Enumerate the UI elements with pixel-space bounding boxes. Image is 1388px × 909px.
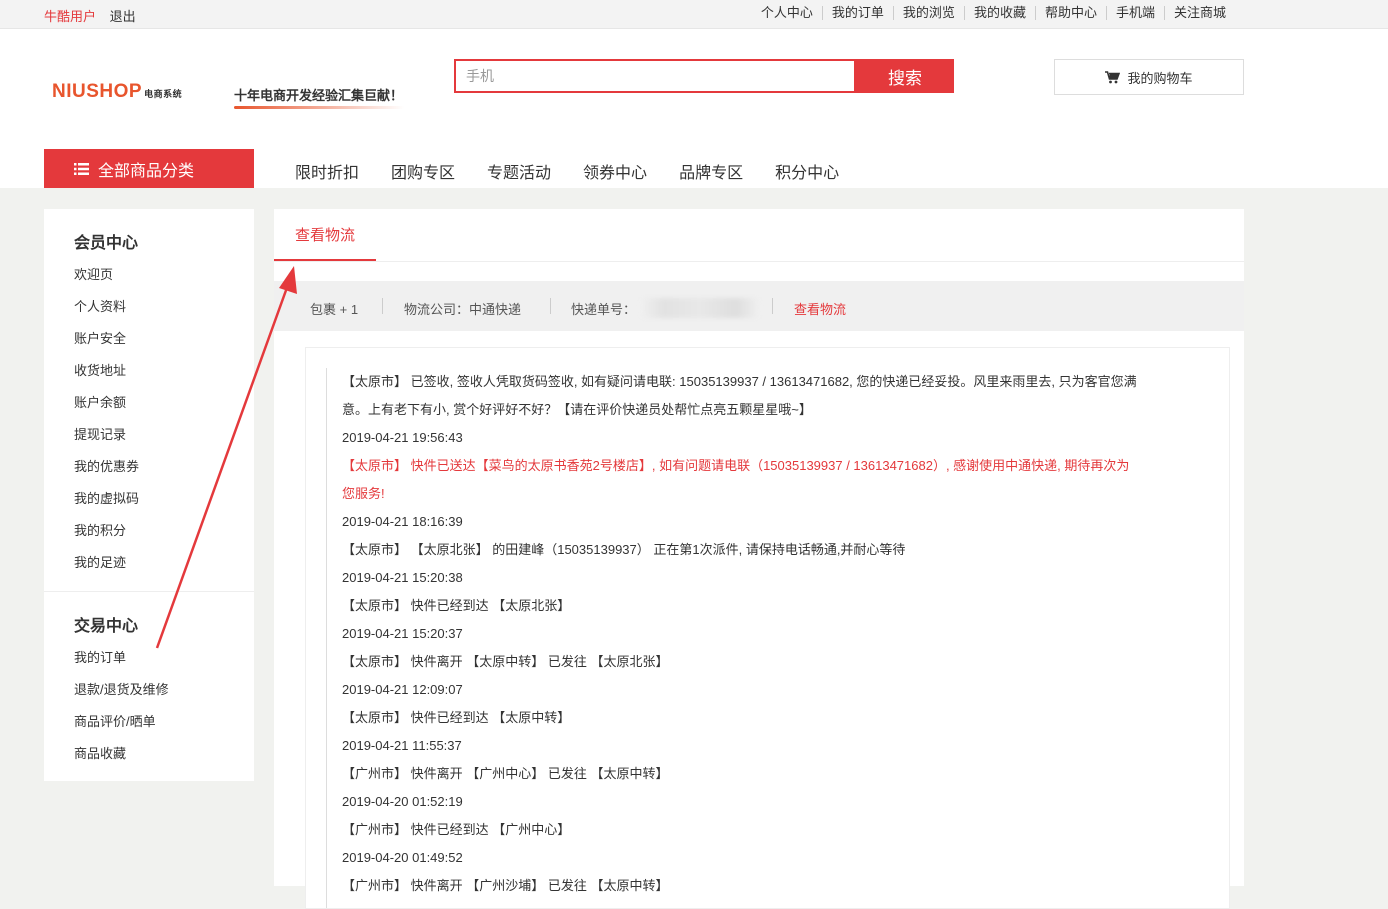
separator bbox=[382, 298, 383, 314]
member-sidebar: 会员中心 欢迎页 个人资料 账户安全 收货地址 账户余额 提现记录 我的优惠券 … bbox=[44, 209, 254, 781]
sidebar-item-account-security[interactable]: 账户安全 bbox=[74, 328, 126, 347]
top-bar: 牛酷用户 退出 个人中心 我的订单 我的浏览 我的收藏 帮助中心 手机端 关注商… bbox=[0, 0, 1388, 29]
logo-subtext: 电商系统 bbox=[144, 89, 183, 99]
view-logistics-link[interactable]: 查看物流 bbox=[794, 299, 846, 318]
tracking-line: 【广州市】 快件离开 【广州中心】 已发往 【太原中转】 bbox=[342, 766, 669, 781]
tracking-line: 【广州市】 快件离开 【广州沙埔】 已发往 【太原中转】 bbox=[342, 878, 669, 893]
all-categories-button[interactable]: 全部商品分类 bbox=[44, 149, 254, 188]
search-bar: 搜索 bbox=[454, 59, 954, 93]
tracking-line: 【太原市】 快件已经到达 【太原北张】 bbox=[342, 598, 571, 613]
site-header: NIUSHOP电商系统 十年电商开发经验汇集巨献！ 搜索 我的购物车 全部商品分… bbox=[0, 29, 1388, 188]
nav-item-flash-sale[interactable]: 限时折扣 bbox=[279, 159, 375, 183]
sidebar-divider bbox=[44, 591, 254, 592]
list-icon bbox=[74, 162, 89, 175]
main-nav: 限时折扣 团购专区 专题活动 领券中心 品牌专区 积分中心 bbox=[279, 159, 855, 183]
search-button[interactable]: 搜索 bbox=[856, 59, 954, 93]
tracking-line: 2019-04-21 18:16:39 bbox=[342, 514, 463, 529]
tracking-line: 【太原市】 快件已经到达 【太原中转】 bbox=[342, 710, 571, 725]
sidebar-item-balance[interactable]: 账户余额 bbox=[74, 392, 126, 411]
tracking-number-label: 快递单号： bbox=[571, 302, 637, 317]
tracking-line: 意。上有老下有小, 赏个好评好不好？【请在评价快递员处帮忙点亮五颗星星哦~】 bbox=[342, 402, 812, 417]
panel-tabs: 查看物流 bbox=[274, 209, 1244, 262]
cart-label: 我的购物车 bbox=[1127, 70, 1193, 86]
tracking-line: 2019-04-21 15:20:38 bbox=[342, 570, 463, 585]
top-link-personal-center[interactable]: 个人中心 bbox=[752, 6, 822, 20]
sidebar-item-virtual-codes[interactable]: 我的虚拟码 bbox=[74, 488, 139, 507]
sidebar-item-points[interactable]: 我的积分 bbox=[74, 520, 126, 539]
tracking-line: 【太原市】 快件已送达【菜鸟的太原书香苑2号楼店】, 如有问题请电联（15035… bbox=[342, 458, 1130, 473]
tracking-line: 2019-04-21 12:09:07 bbox=[342, 682, 463, 697]
tracking-line: 2019-04-21 15:20:37 bbox=[342, 626, 463, 641]
logistics-panel: 查看物流 包裹 + 1 物流公司：中通快递 快递单号： 查看物流 【太原市】 已… bbox=[274, 209, 1244, 909]
top-link-follow-store[interactable]: 关注商城 bbox=[1163, 6, 1235, 20]
logout-link[interactable]: 退出 bbox=[110, 9, 136, 24]
package-info-bar: 包裹 + 1 物流公司：中通快递 快递单号： 查看物流 bbox=[274, 281, 1244, 331]
tracking-line: 2019-04-20 01:52:19 bbox=[342, 794, 463, 809]
member-center-title: 会员中心 bbox=[74, 235, 139, 252]
slogan-underline bbox=[234, 106, 404, 109]
nav-item-points[interactable]: 积分中心 bbox=[759, 159, 855, 183]
logo-text: NIUSHOP bbox=[52, 81, 143, 102]
slogan: 十年电商开发经验汇集巨献！ bbox=[234, 88, 404, 103]
tab-view-logistics[interactable]: 查看物流 bbox=[274, 209, 376, 261]
tracking-timeline: 【太原市】 已签收, 签收人凭取货码签收, 如有疑问请电联: 150351399… bbox=[305, 347, 1230, 909]
top-links: 个人中心 我的订单 我的浏览 我的收藏 帮助中心 手机端 关注商城 bbox=[752, 6, 1235, 20]
tracking-line: 【广州市】 快件已经到达 【广州中心】 bbox=[342, 822, 571, 837]
sidebar-item-withdrawals[interactable]: 提现记录 bbox=[74, 424, 126, 443]
tracking-line: 2019-04-21 11:55:37 bbox=[342, 738, 462, 753]
separator bbox=[550, 298, 551, 314]
all-categories-label: 全部商品分类 bbox=[98, 162, 195, 180]
tracking-line: 您服务! bbox=[342, 486, 385, 501]
top-link-my-orders[interactable]: 我的订单 bbox=[821, 6, 893, 20]
tracking-line: 【太原市】 【太原北张】 的田建峰（15035139937） 正在第1次派件, … bbox=[342, 542, 906, 557]
top-link-my-favorites[interactable]: 我的收藏 bbox=[963, 6, 1035, 20]
sidebar-item-coupons[interactable]: 我的优惠券 bbox=[74, 456, 139, 475]
top-link-help-center[interactable]: 帮助中心 bbox=[1034, 6, 1106, 20]
trade-center-title: 交易中心 bbox=[74, 618, 139, 635]
sidebar-item-addresses[interactable]: 收货地址 bbox=[74, 360, 126, 379]
username-link[interactable]: 牛酷用户 bbox=[44, 9, 96, 24]
cart-button[interactable]: 我的购物车 bbox=[1054, 59, 1244, 95]
search-input[interactable] bbox=[454, 59, 856, 93]
package-label[interactable]: 包裹 + 1 bbox=[310, 299, 358, 318]
sidebar-item-favorites[interactable]: 商品收藏 bbox=[74, 743, 126, 762]
nav-item-group-buy[interactable]: 团购专区 bbox=[375, 159, 471, 183]
sidebar-item-welcome[interactable]: 欢迎页 bbox=[74, 264, 113, 283]
nav-item-coupons[interactable]: 领券中心 bbox=[567, 159, 663, 183]
nav-item-topics[interactable]: 专题活动 bbox=[471, 159, 567, 183]
timeline-line bbox=[326, 368, 327, 908]
sidebar-item-my-orders[interactable]: 我的订单 bbox=[74, 647, 126, 666]
shopping-cart-icon bbox=[1105, 70, 1121, 83]
site-logo[interactable]: NIUSHOP 电商系统 bbox=[52, 81, 182, 103]
top-link-my-browsing[interactable]: 我的浏览 bbox=[892, 6, 964, 20]
sidebar-item-profile[interactable]: 个人资料 bbox=[74, 296, 126, 315]
nav-item-brands[interactable]: 品牌专区 bbox=[663, 159, 759, 183]
tracking-line: 【太原市】 快件离开 【太原中转】 已发往 【太原北张】 bbox=[342, 654, 669, 669]
sidebar-item-refunds[interactable]: 退款/退货及维修 bbox=[74, 679, 169, 698]
separator bbox=[772, 298, 773, 314]
tracking-line: 2019-04-20 01:49:52 bbox=[342, 850, 463, 865]
tracking-line: 【太原市】 已签收, 签收人凭取货码签收, 如有疑问请电联: 150351399… bbox=[342, 374, 1137, 389]
tracking-number-redacted bbox=[640, 298, 760, 318]
sidebar-item-reviews[interactable]: 商品评价/晒单 bbox=[74, 711, 156, 730]
sidebar-item-footprints[interactable]: 我的足迹 bbox=[74, 552, 126, 571]
top-link-mobile[interactable]: 手机端 bbox=[1105, 6, 1164, 20]
tracking-line: 2019-04-21 19:56:43 bbox=[342, 430, 463, 445]
logistics-company: 物流公司：中通快递 bbox=[404, 302, 522, 317]
